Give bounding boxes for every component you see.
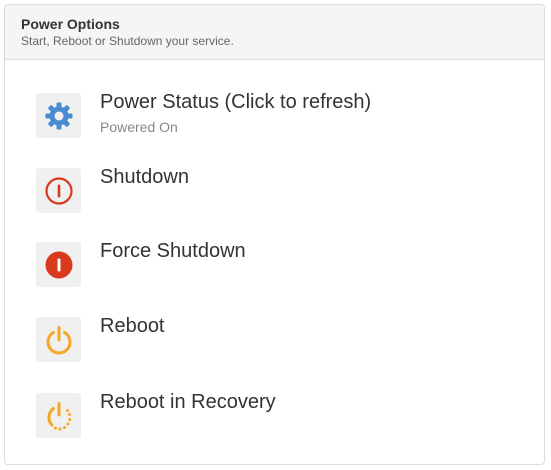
power-status-icon-box xyxy=(36,93,81,138)
reboot-recovery-label: Reboot in Recovery xyxy=(100,391,276,413)
power-status-option[interactable]: Power Status (Click to refresh) Powered … xyxy=(36,91,516,143)
reboot-recovery-option[interactable]: Reboot in Recovery xyxy=(36,391,516,443)
reboot-icon-box xyxy=(36,317,81,362)
power-status-label: Power Status (Click to refresh) xyxy=(100,91,372,113)
gear-icon xyxy=(45,102,72,129)
force-shutdown-label: Force Shutdown xyxy=(100,240,246,262)
power-options-panel: Power Options Start, Reboot or Shutdown … xyxy=(4,4,545,465)
force-shutdown-option[interactable]: Force Shutdown xyxy=(36,240,516,292)
power-status-value: Powered On xyxy=(100,119,178,135)
shutdown-outline-icon xyxy=(44,176,73,205)
reboot-option[interactable]: Reboot xyxy=(36,315,516,367)
shutdown-label: Shutdown xyxy=(100,166,189,188)
shutdown-icon-box xyxy=(36,168,81,213)
panel-title: Power Options xyxy=(21,16,120,32)
panel-subtitle: Start, Reboot or Shutdown your service. xyxy=(21,34,234,48)
force-shutdown-icon xyxy=(45,251,72,278)
shutdown-option[interactable]: Shutdown xyxy=(36,166,516,218)
reboot-icon xyxy=(46,325,71,354)
force-shutdown-icon-box xyxy=(36,242,81,287)
reboot-recovery-icon-box xyxy=(36,393,81,438)
reboot-recovery-icon xyxy=(46,401,71,430)
reboot-label: Reboot xyxy=(100,315,165,337)
panel-header: Power Options Start, Reboot or Shutdown … xyxy=(5,5,544,60)
